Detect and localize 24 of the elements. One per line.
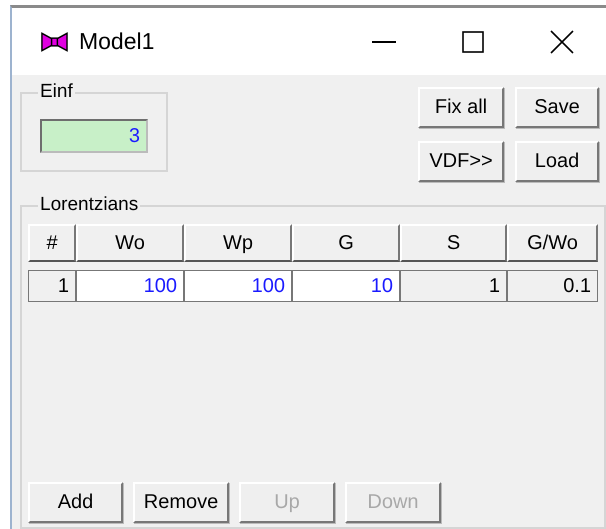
input-cell[interactable]: 100 [76,270,184,302]
action-button[interactable]: Add [28,482,123,523]
toolbar-button[interactable]: Fix all [418,87,504,128]
app-icon [40,30,69,54]
column-header[interactable]: S [400,224,507,262]
column-header[interactable]: Wp [184,224,292,262]
maximize-icon [462,30,484,52]
column-header[interactable]: G [292,224,400,262]
toolbar-button[interactable]: Load [515,141,599,182]
table-cell: 1 [28,270,76,302]
toolbar-button[interactable]: Save [515,87,599,128]
column-header[interactable]: G/Wo [507,224,598,262]
action-button[interactable]: Remove [133,482,229,523]
toolbar-button[interactable]: VDF>> [418,141,504,182]
input-cell[interactable]: 100 [184,270,292,302]
input-cell[interactable]: 10 [292,270,400,302]
table-cell: 1 [400,270,507,302]
column-header[interactable]: # [28,224,76,262]
minimize-icon [372,40,396,42]
column-header[interactable]: Wo [76,224,184,262]
window-title: Model1 [78,28,156,55]
table-cell: 0.1 [507,270,598,302]
einf-field[interactable]: 3 [40,119,148,153]
close-icon [550,30,574,54]
